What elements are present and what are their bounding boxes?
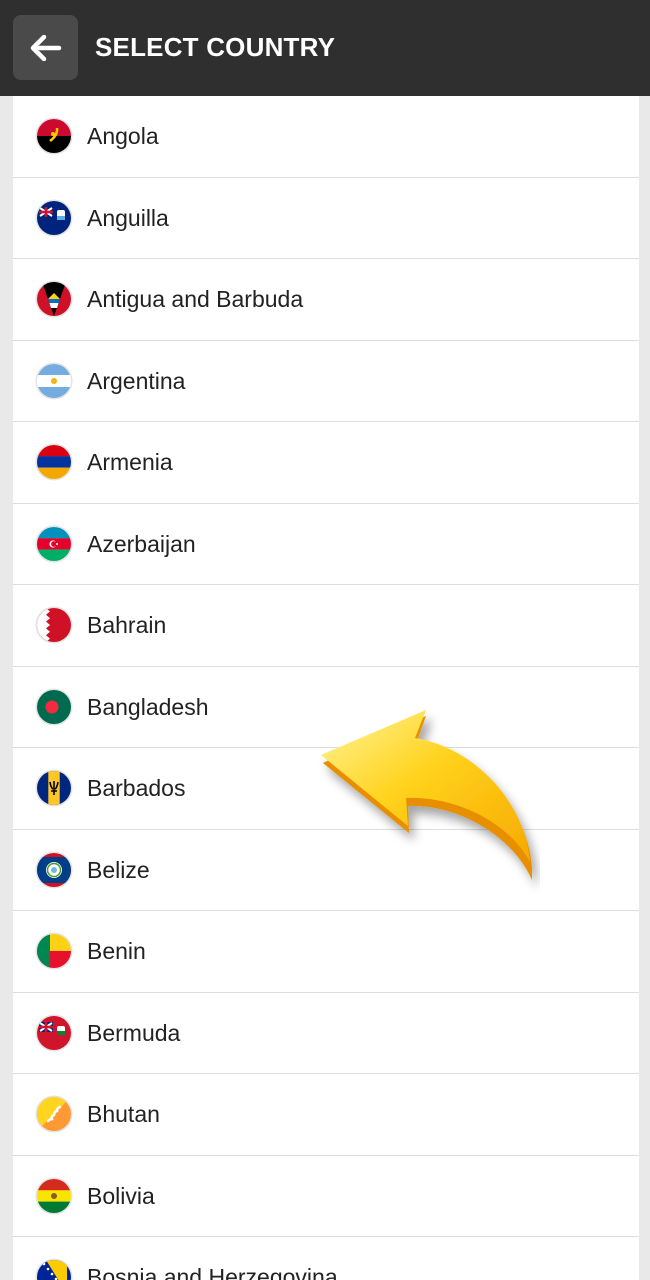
- bangladesh-flag-icon: [37, 689, 71, 724]
- country-row-bahrain[interactable]: Bahrain: [13, 585, 639, 667]
- angola-flag-icon: [37, 119, 71, 153]
- country-row-bangladesh[interactable]: Bangladesh: [13, 667, 639, 748]
- country-name: Belize: [87, 856, 150, 883]
- arrow-left-icon: [30, 34, 61, 61]
- country-row-bhutan[interactable]: Bhutan: [13, 1074, 639, 1156]
- country-row-benin[interactable]: Benin: [13, 911, 639, 993]
- country-name: Bhutan: [87, 1101, 160, 1127]
- bahrain-flag-icon: [37, 608, 71, 642]
- bosnia-and-herzegovina-flag-icon: [37, 1260, 71, 1280]
- country-row-anguilla[interactable]: Anguilla: [13, 178, 639, 259]
- azerbaijan-flag-icon: [37, 526, 71, 561]
- country-name: Bangladesh: [87, 693, 209, 720]
- belize-flag-icon: [37, 852, 71, 887]
- argentina-flag-icon: [37, 363, 71, 398]
- bhutan-flag-icon: [37, 1097, 71, 1131]
- country-name: Bolivia: [87, 1182, 155, 1209]
- country-row-bermuda[interactable]: Bermuda: [13, 993, 639, 1074]
- country-name: Armenia: [87, 449, 173, 475]
- country-row-bolivia[interactable]: Bolivia: [13, 1156, 639, 1237]
- country-list[interactable]: Angola Anguilla Antigua and Barbuda Arge…: [13, 96, 639, 1280]
- country-row-bosnia-and-herzegovina[interactable]: Bosnia and Herzegovina: [13, 1237, 639, 1280]
- bolivia-flag-icon: [37, 1178, 71, 1213]
- benin-flag-icon: [37, 934, 71, 968]
- country-row-azerbaijan[interactable]: Azerbaijan: [13, 504, 639, 585]
- country-row-barbados[interactable]: Barbados: [13, 748, 639, 830]
- country-name: Barbados: [87, 775, 186, 801]
- antigua-and-barbuda-flag-icon: [37, 282, 71, 316]
- country-name: Anguilla: [87, 204, 169, 231]
- country-name: Bahrain: [87, 612, 167, 638]
- barbados-flag-icon: [37, 771, 71, 805]
- country-name: Bermuda: [87, 1019, 181, 1046]
- country-row-angola[interactable]: Angola: [13, 96, 639, 178]
- country-row-armenia[interactable]: Armenia: [13, 422, 639, 504]
- page-title: SELECT COUNTRY: [95, 32, 336, 62]
- armenia-flag-icon: [37, 445, 71, 479]
- country-name: Benin: [87, 938, 146, 964]
- country-row-antigua-and-barbuda[interactable]: Antigua and Barbuda: [13, 259, 639, 341]
- country-row-argentina[interactable]: Argentina: [13, 341, 639, 422]
- country-name: Angola: [87, 123, 159, 149]
- country-row-belize[interactable]: Belize: [13, 830, 639, 911]
- country-name: Bosnia and Herzegovina: [87, 1264, 338, 1280]
- country-name: Argentina: [87, 367, 186, 394]
- country-name: Azerbaijan: [87, 530, 196, 557]
- bermuda-flag-icon: [37, 1015, 71, 1050]
- country-name: Antigua and Barbuda: [87, 286, 304, 312]
- app-header: SELECT COUNTRY: [0, 0, 650, 96]
- back-button[interactable]: [13, 15, 78, 80]
- anguilla-flag-icon: [37, 200, 71, 235]
